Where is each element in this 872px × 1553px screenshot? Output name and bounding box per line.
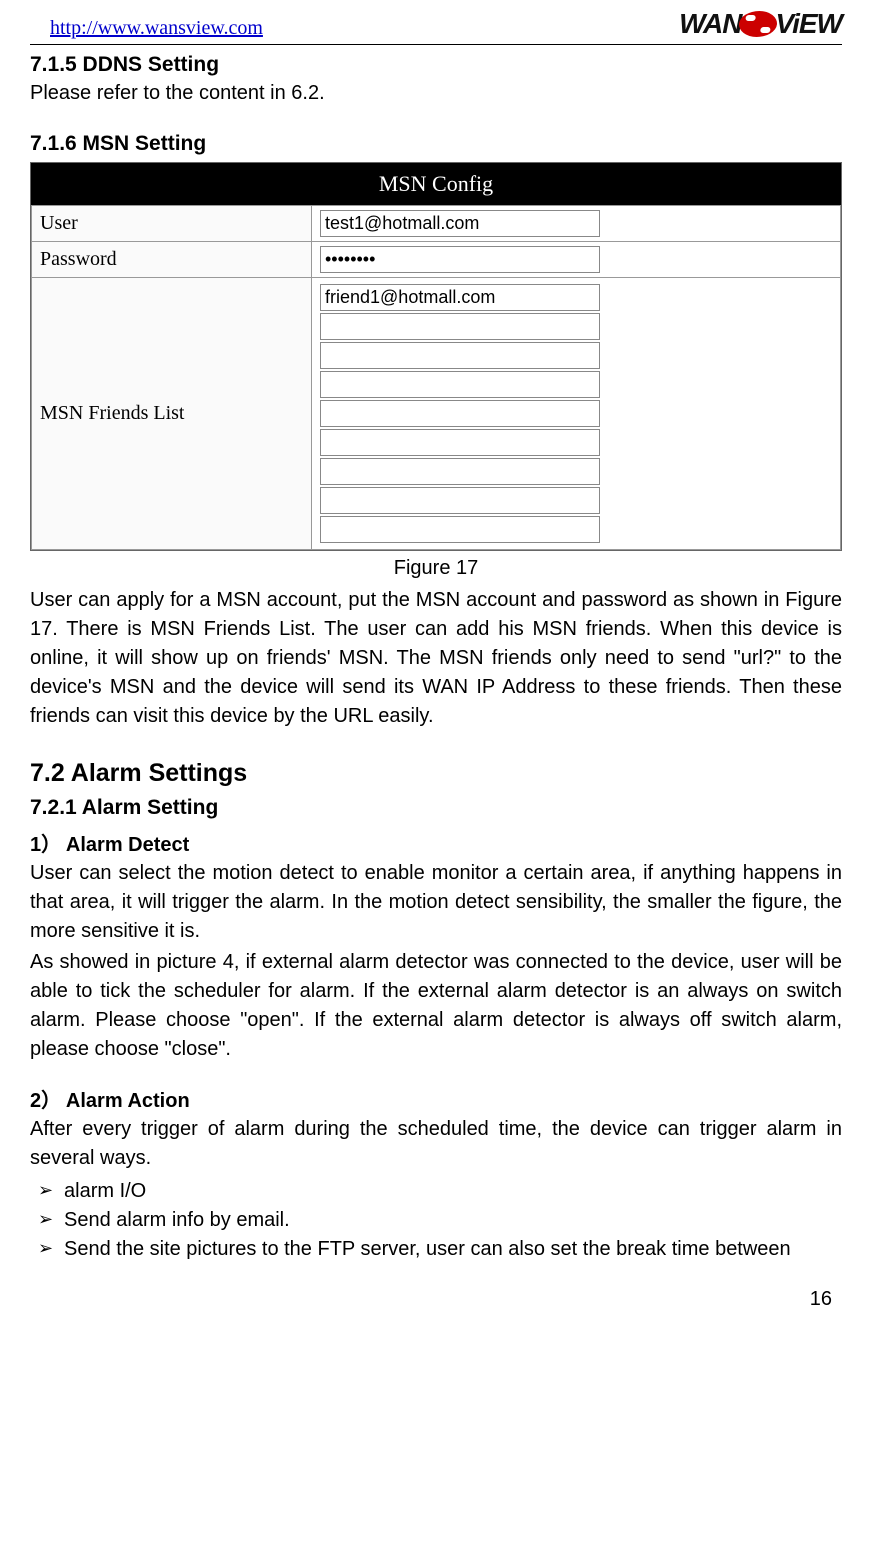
heading-msn-setting: 7.1.6 MSN Setting xyxy=(30,132,842,156)
password-input[interactable] xyxy=(320,246,600,273)
wansview-logo: WAN ViEW xyxy=(679,8,842,40)
friend-input[interactable] xyxy=(320,342,600,369)
friend-input[interactable] xyxy=(320,400,600,427)
ddns-body: Please refer to the content in 6.2. xyxy=(30,79,842,108)
user-input[interactable] xyxy=(320,210,600,237)
password-cell xyxy=(312,242,841,278)
logo-text-view: ViEW xyxy=(775,8,842,40)
alarm-detect-body1: User can select the motion detect to ena… xyxy=(30,859,842,946)
list-item: Send the site pictures to the FTP server… xyxy=(38,1235,842,1264)
table-row: MSN Friends List xyxy=(32,278,841,550)
friend-input[interactable] xyxy=(320,516,600,543)
friend-input[interactable] xyxy=(320,487,600,514)
table-row: User xyxy=(32,206,841,242)
msn-body: User can apply for a MSN account, put th… xyxy=(30,586,842,731)
password-label: Password xyxy=(32,242,312,278)
user-label: User xyxy=(32,206,312,242)
msn-config-panel: MSN Config User Password MSN Friends Lis… xyxy=(30,162,842,551)
alarm-detect-body2: As showed in picture 4, if external alar… xyxy=(30,948,842,1064)
heading-ddns-setting: 7.1.5 DDNS Setting xyxy=(30,53,842,77)
msn-config-title: MSN Config xyxy=(31,163,841,205)
logo-text-wan: WAN xyxy=(679,8,741,40)
page-header: http://www.wansview.com WAN ViEW xyxy=(30,0,842,45)
subhead-alarm-detect: 1） Alarm Detect xyxy=(30,828,842,857)
user-cell xyxy=(312,206,841,242)
friend-input[interactable] xyxy=(320,429,600,456)
site-url-link[interactable]: http://www.wansview.com xyxy=(30,17,263,40)
msn-config-table: User Password MSN Friends List xyxy=(31,205,841,550)
alarm-action-body: After every trigger of alarm during the … xyxy=(30,1115,842,1173)
figure-caption: Figure 17 xyxy=(30,557,842,580)
page-number: 16 xyxy=(30,1288,842,1311)
heading-alarm-settings: 7.2 Alarm Settings xyxy=(30,759,842,788)
heading-alarm-setting: 7.2.1 Alarm Setting xyxy=(30,796,842,820)
table-row: Password xyxy=(32,242,841,278)
list-item: Send alarm info by email. xyxy=(38,1206,842,1235)
alarm-action-list: alarm I/O Send alarm info by email. Send… xyxy=(30,1177,842,1264)
friend-input[interactable] xyxy=(320,284,600,311)
friend-input[interactable] xyxy=(320,313,600,340)
friend-input[interactable] xyxy=(320,371,600,398)
friends-cell xyxy=(312,278,841,550)
friend-input[interactable] xyxy=(320,458,600,485)
logo-s-icon xyxy=(738,11,779,37)
subhead-alarm-action: 2） Alarm Action xyxy=(30,1084,842,1113)
friends-label: MSN Friends List xyxy=(32,278,312,550)
list-item: alarm I/O xyxy=(38,1177,842,1206)
